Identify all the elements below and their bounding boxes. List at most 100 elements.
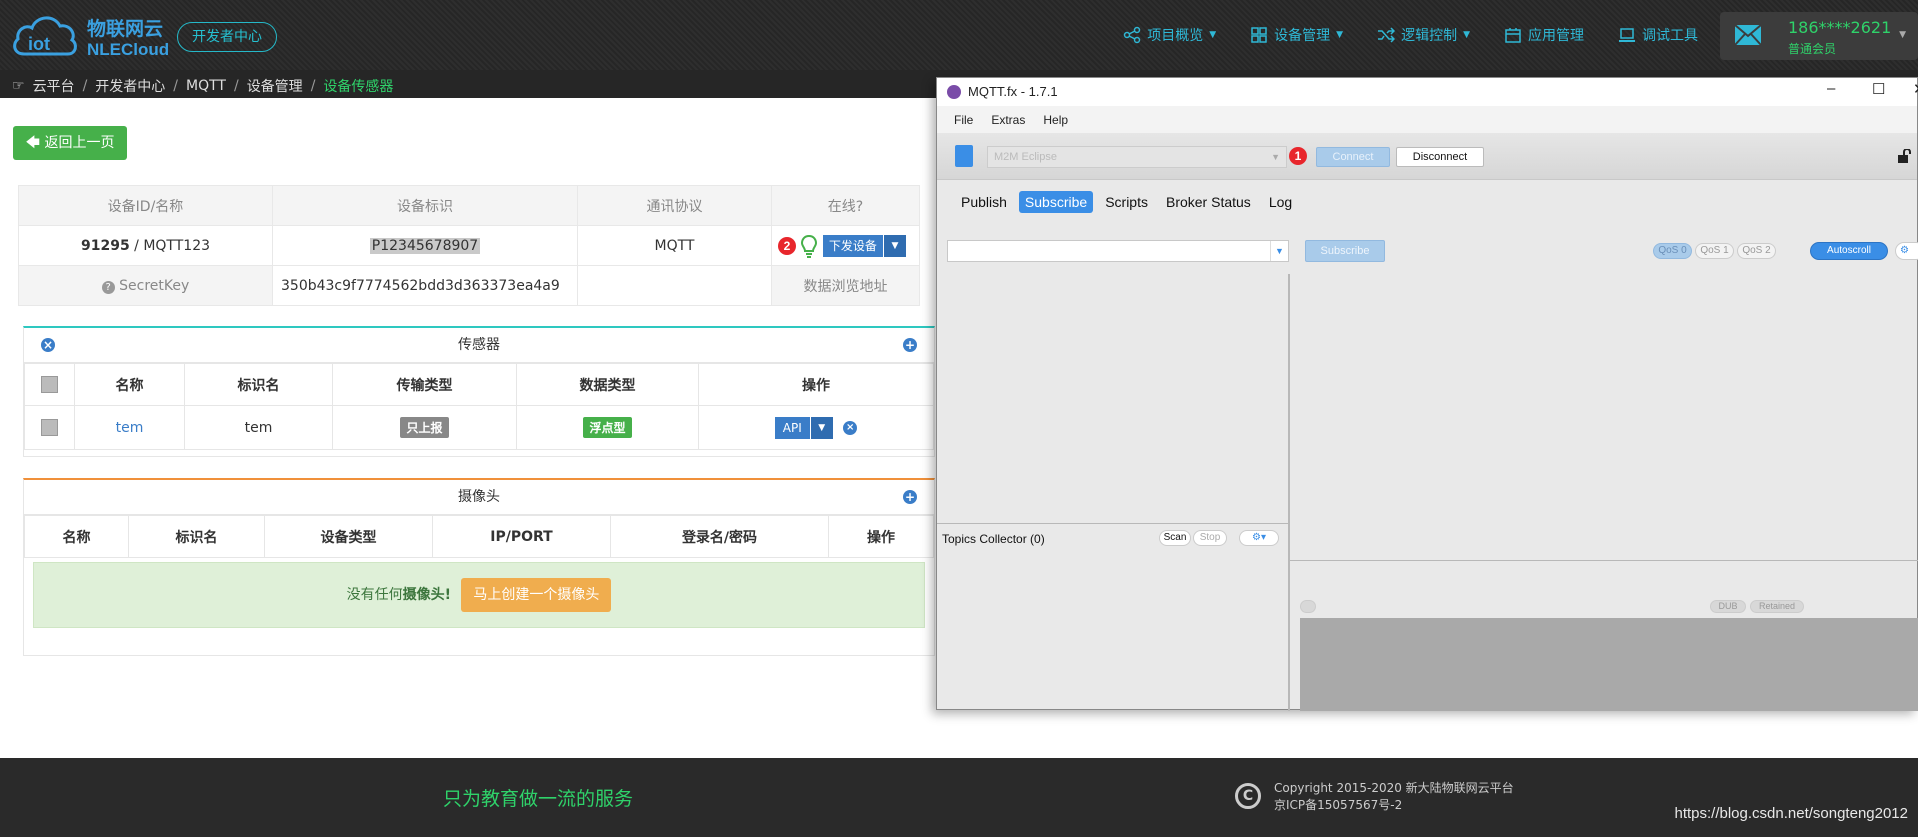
tab-log[interactable]: Log [1263,191,1298,213]
payload-area[interactable] [1300,618,1918,711]
gear-icon[interactable]: ⚙▾ [1239,530,1279,546]
menu-extras[interactable]: Extras [991,113,1025,127]
empty-text-bold: 摄像头! [402,587,451,603]
autoscroll-toggle[interactable]: Autoscroll [1810,242,1888,260]
back-button[interactable]: 🡄 返回上一页 [13,126,127,160]
nav-item-app-management[interactable]: 应用管理 [1504,25,1584,45]
breadcrumb-item[interactable]: 开发者中心 [95,76,165,96]
window-title: MQTT.fx - 1.7.1 [968,84,1058,99]
sensor-name-cell: tem [74,405,185,450]
share-icon [1123,26,1141,44]
app-icon [1505,28,1521,43]
svg-text:iot: iot [28,34,50,54]
connection-toolbar: M2M Eclipse ▼ 1 Connect Disconnect [937,133,1917,180]
chevron-down-icon[interactable]: ▼ [883,234,906,257]
delete-icon[interactable]: × [843,420,858,435]
laptop-icon [1619,28,1635,42]
stop-button[interactable]: Stop [1193,530,1227,546]
icp-line[interactable]: 京ICP备15057567号-2 [1274,797,1514,814]
api-button[interactable]: API ▼ [774,416,833,439]
breadcrumb-item[interactable]: 云平台 [33,76,75,96]
col-header: 数据类型 [516,363,699,406]
scan-button[interactable]: Scan [1159,530,1191,546]
chevron-down-icon[interactable]: ▼ [1270,241,1288,261]
nav-item-debug-tools[interactable]: 调试工具 [1618,25,1698,45]
select-all-checkbox[interactable] [41,376,58,393]
subscribe-button[interactable]: Subscribe [1305,240,1385,262]
col-header: 名称 [24,515,129,558]
col-header: 标识名 [128,515,265,558]
connect-button[interactable]: Connect [1316,147,1390,167]
chevron-down-icon: ▼ [1271,152,1280,162]
create-camera-button[interactable]: 马上创建一个摄像头 [461,578,612,612]
chevron-down-icon[interactable]: ▼ [810,416,833,439]
document-icon[interactable] [955,145,973,167]
col-header: 通讯协议 [577,185,772,226]
device-id: 91295 [80,237,130,254]
annotation-badge: 1 [1289,147,1307,165]
chevron-down-icon: ▼ [1209,30,1217,40]
dispatch-device-button[interactable]: 下发设备 ▼ [822,234,906,257]
connection-profile-select[interactable]: M2M Eclipse ▼ [987,146,1287,168]
secret-key-label-cell: ? SecretKey [18,265,273,306]
chevron-down-icon: ▼ [1899,30,1906,40]
nav-item-logic-control[interactable]: 逻辑控制 ▼ [1377,25,1470,45]
col-header: 在线? [771,185,920,226]
thumbs-up-icon: ☞ [12,78,25,94]
menu-help[interactable]: Help [1043,113,1068,127]
topic-input[interactable]: ▼ [947,240,1289,262]
add-icon[interactable]: + [903,490,917,504]
topics-collector-label: Topics Collector (0) [942,532,1045,546]
split-divider[interactable] [937,523,1289,524]
row-select-cell [24,405,75,450]
disconnect-button[interactable]: Disconnect [1396,147,1484,167]
mqttfx-window: MQTT.fx - 1.7.1 – ☐ ✕ File Extras Help M… [936,77,1918,711]
qos0-button[interactable]: QoS 0 [1653,243,1692,259]
add-icon[interactable]: + [903,338,917,352]
menu-file[interactable]: File [954,113,973,127]
gear-icon[interactable]: ⚙ [1895,242,1918,260]
window-titlebar[interactable]: MQTT.fx - 1.7.1 – ☐ ✕ [937,78,1918,106]
col-header: 操作 [698,363,934,406]
breadcrumb-item[interactable]: 设备管理 [247,76,303,96]
help-icon: ? [101,280,115,294]
row-checkbox[interactable] [41,419,58,436]
tab-broker-status[interactable]: Broker Status [1160,191,1257,213]
arrow-left-icon: 🡄 [25,135,40,151]
collapse-icon[interactable]: × [41,338,55,352]
close-icon[interactable]: ✕ [1913,80,1918,98]
sensor-name-link[interactable]: tem [116,420,144,436]
nav-label: 调试工具 [1642,28,1698,44]
split-divider[interactable] [1290,560,1918,561]
maximize-icon[interactable]: ☐ [1872,80,1885,98]
device-tag[interactable]: P12345678907 [369,237,481,254]
logo[interactable]: iot 物联网云 NLECloud [10,8,170,62]
camera-panel-title: 摄像头 [458,489,500,505]
tab-scripts[interactable]: Scripts [1099,191,1154,213]
retained-badge: Retained [1750,600,1804,613]
tab-publish[interactable]: Publish [955,191,1013,213]
nav-item-device-management[interactable]: 设备管理 ▼ [1250,25,1343,45]
device-info-table: 设备ID/名称 设备标识 通讯协议 在线? 91295 / MQTT123 P1… [18,185,920,306]
qos2-button[interactable]: QoS 2 [1737,243,1776,259]
sensor-ident: tem [184,405,333,450]
sensor-panel-header: × 传感器 + [24,328,934,363]
api-label: API [774,416,810,439]
user-menu[interactable]: 186****2621 普通会员 ▼ [1720,12,1918,60]
menu-bar: File Extras Help [937,106,1917,133]
breadcrumb-separator: / [173,78,178,94]
online-cell: 2 下发设备 ▼ [771,225,920,266]
footer-slogan: 只为教育做一流的服务 [443,788,634,810]
nav-item-project-overview[interactable]: 项目概览 ▼ [1123,25,1216,45]
device-name: MQTT123 [143,237,211,254]
dispatch-label: 下发设备 [822,234,883,257]
tab-subscribe[interactable]: Subscribe [1018,191,1094,213]
chevron-down-icon: ▼ [1336,30,1344,40]
minimize-icon[interactable]: – [1827,80,1835,97]
qos1-button[interactable]: QoS 1 [1695,243,1734,259]
split-divider[interactable] [1288,274,1290,711]
message-pill [1300,600,1316,613]
breadcrumb-item[interactable]: MQTT [186,78,226,94]
dev-center-button[interactable]: 开发者中心 [177,22,277,52]
sensor-panel: × 传感器 + 名称 标识名 传输类型 数据类型 操作 tem tem 只上报 … [23,326,935,457]
